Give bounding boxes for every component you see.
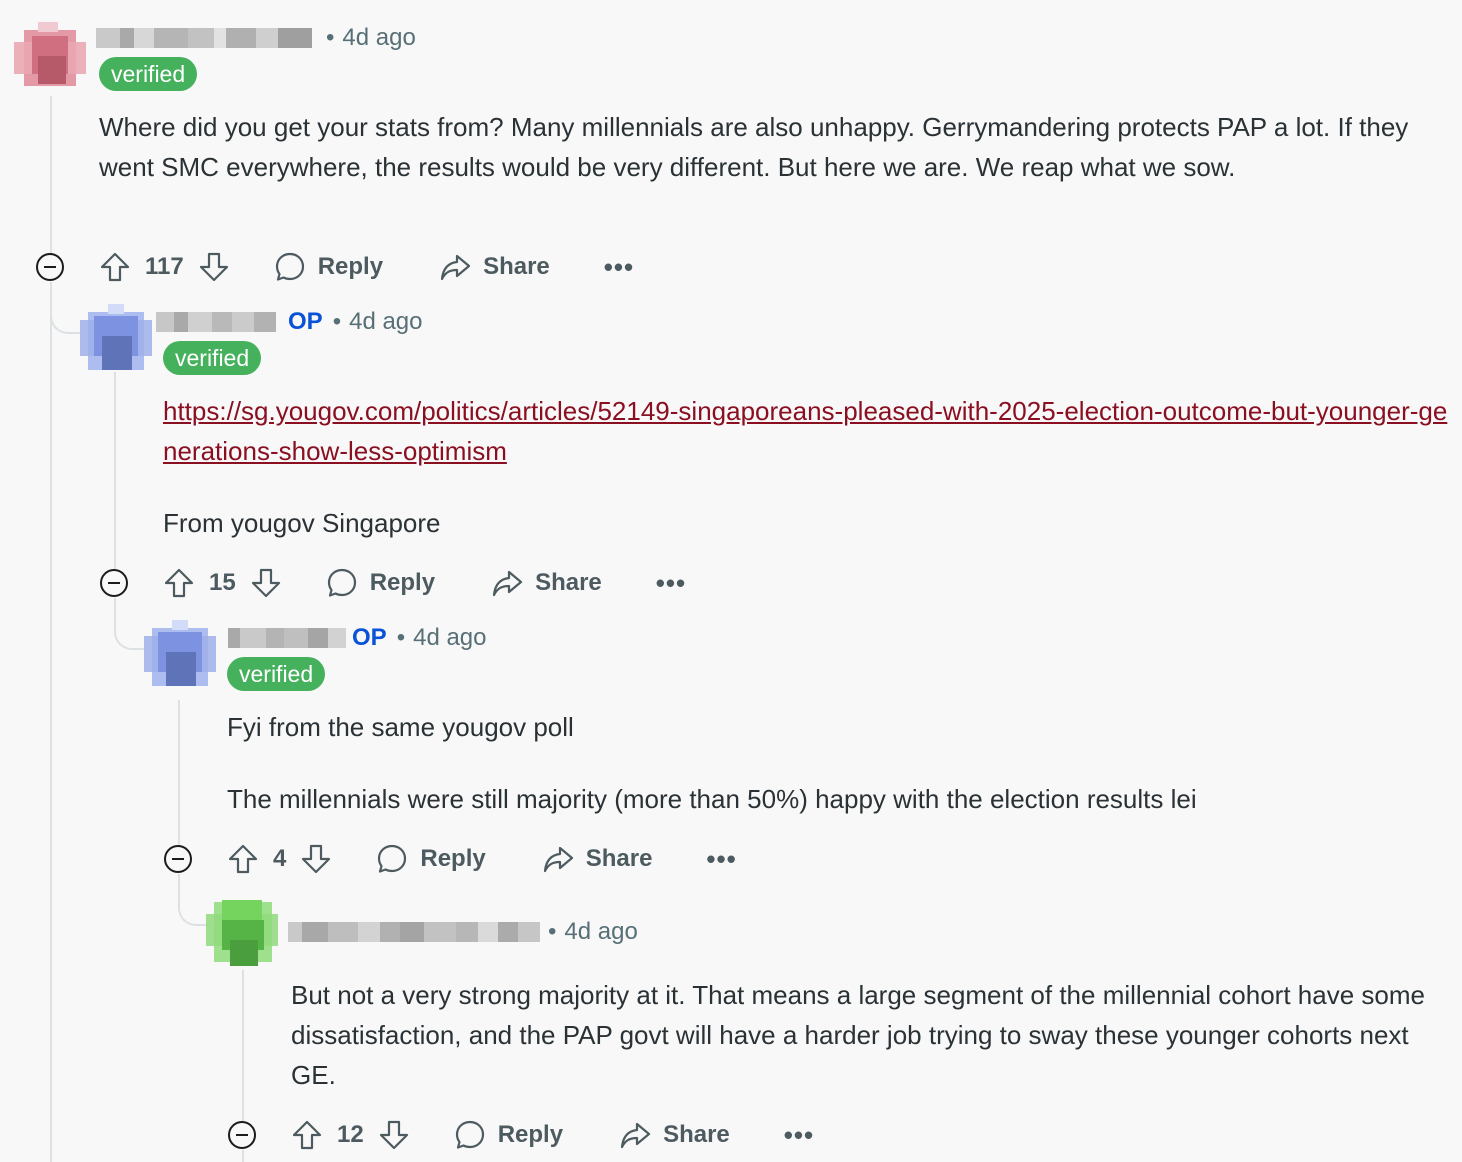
comment-bubble-icon xyxy=(327,568,356,597)
op-label: OP xyxy=(352,624,387,651)
downvote-button[interactable] xyxy=(378,1119,410,1151)
share-button[interactable]: Share xyxy=(491,567,602,599)
collapse-thread-button[interactable] xyxy=(164,845,192,873)
upvote-button[interactable] xyxy=(227,843,259,875)
share-button[interactable]: Share xyxy=(439,251,550,283)
thread-line-1 xyxy=(50,96,52,254)
downvote-button[interactable] xyxy=(300,843,332,875)
external-link[interactable]: https://sg.yougov.com/politics/articles/… xyxy=(163,396,1447,466)
reply-button[interactable]: Reply xyxy=(376,843,486,875)
share-icon xyxy=(620,1122,651,1149)
comment-actions: 117 Reply Share ••• xyxy=(99,247,634,287)
downvote-icon xyxy=(251,568,280,598)
thread-curve-2 xyxy=(50,282,80,334)
timestamp: 4d ago xyxy=(564,918,638,945)
share-label: Share xyxy=(585,845,653,872)
avatar[interactable] xyxy=(144,620,216,692)
downvote-icon xyxy=(199,252,228,282)
comment-bubble-icon xyxy=(378,844,407,873)
upvote-icon xyxy=(164,568,194,598)
verified-badge: verified xyxy=(163,341,262,375)
timestamp: 4d ago xyxy=(413,624,487,651)
op-label: OP xyxy=(288,308,323,335)
thread-line-2 xyxy=(114,372,116,570)
comment-text: Where did you get your stats from? Many … xyxy=(99,112,1409,182)
username[interactable] xyxy=(288,922,540,942)
upvote-icon xyxy=(100,252,130,282)
thread-curve-3 xyxy=(114,598,144,650)
comment-actions: 12 Reply Share ••• xyxy=(291,1115,814,1155)
avatar[interactable] xyxy=(80,304,152,376)
share-label: Share xyxy=(483,253,550,280)
collapse-thread-button[interactable] xyxy=(100,569,128,597)
downvote-icon xyxy=(302,844,331,874)
comment-body: https://sg.yougov.com/politics/articles/… xyxy=(163,391,1453,543)
avatar[interactable] xyxy=(206,896,278,968)
more-options-button[interactable]: ••• xyxy=(784,1120,814,1151)
username[interactable] xyxy=(228,628,346,648)
reply-button[interactable]: Reply xyxy=(274,251,383,283)
comment-text: From yougov Singapore xyxy=(163,508,441,538)
share-label: Share xyxy=(663,1121,730,1148)
thread-line-1b xyxy=(50,282,52,1162)
reply-label: Reply xyxy=(369,569,436,596)
timestamp: 4d ago xyxy=(342,24,416,51)
share-icon xyxy=(440,254,471,281)
username[interactable] xyxy=(156,312,276,332)
share-icon xyxy=(543,846,573,873)
collapse-thread-button[interactable] xyxy=(36,253,64,281)
thread-line-4 xyxy=(242,970,244,1122)
upvote-icon xyxy=(228,844,258,874)
verified-badge: verified xyxy=(227,657,326,691)
comment-actions: 15 Reply Share ••• xyxy=(163,563,686,603)
downvote-button[interactable] xyxy=(198,251,230,283)
more-options-button[interactable]: ••• xyxy=(656,568,686,599)
comment-body: But not a very strong majority at it. Th… xyxy=(291,975,1431,1095)
comment-bubble-icon xyxy=(275,252,304,281)
comment-text: But not a very strong majority at it. Th… xyxy=(291,980,1425,1090)
upvote-icon xyxy=(292,1120,322,1150)
collapse-thread-button[interactable] xyxy=(228,1121,256,1149)
comment-meta: • 4d ago xyxy=(326,24,416,51)
reply-button[interactable]: Reply xyxy=(326,567,435,599)
comment-body: Fyi from the same yougov poll The millen… xyxy=(227,707,1447,819)
share-button[interactable]: Share xyxy=(542,843,653,875)
thread-line-4b xyxy=(242,1150,244,1162)
avatar[interactable] xyxy=(14,22,86,94)
vote-count: 15 xyxy=(209,569,236,596)
thread-line-3 xyxy=(178,700,180,846)
reply-button[interactable]: Reply xyxy=(454,1119,563,1151)
comment-text: The millennials were still majority (mor… xyxy=(227,784,1197,814)
comment-meta: OP • 4d ago xyxy=(352,624,487,651)
share-button[interactable]: Share xyxy=(619,1119,730,1151)
upvote-button[interactable] xyxy=(291,1119,323,1151)
timestamp: 4d ago xyxy=(349,308,423,335)
comment-body: Where did you get your stats from? Many … xyxy=(99,107,1449,187)
more-options-button[interactable]: ••• xyxy=(604,252,634,283)
downvote-icon xyxy=(379,1120,408,1150)
verified-badge: verified xyxy=(99,57,198,91)
upvote-button[interactable] xyxy=(163,567,195,599)
share-label: Share xyxy=(535,569,602,596)
comment-meta: OP • 4d ago xyxy=(288,308,423,335)
reply-label: Reply xyxy=(497,1121,564,1148)
more-options-button[interactable]: ••• xyxy=(706,844,736,875)
vote-count: 12 xyxy=(337,1121,364,1148)
comment-bubble-icon xyxy=(455,1120,484,1149)
username[interactable] xyxy=(96,28,312,48)
comment-actions: 4 Reply Share ••• xyxy=(227,839,737,879)
upvote-button[interactable] xyxy=(99,251,131,283)
reply-label: Reply xyxy=(317,253,384,280)
comment-meta: • 4d ago xyxy=(548,918,638,945)
comment-text: Fyi from the same yougov poll xyxy=(227,712,574,742)
share-icon xyxy=(492,570,523,597)
downvote-button[interactable] xyxy=(250,567,282,599)
vote-count: 117 xyxy=(145,253,184,280)
reply-label: Reply xyxy=(420,845,486,872)
vote-count: 4 xyxy=(273,845,287,872)
